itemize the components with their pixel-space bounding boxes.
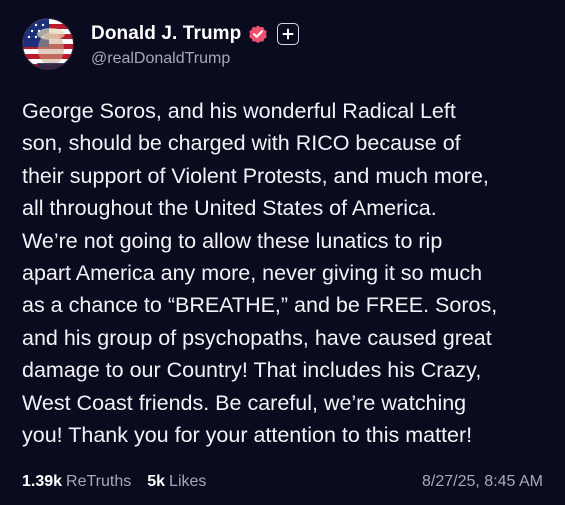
- post-body-line: damage to our Country! That includes his…: [22, 358, 482, 383]
- verified-badge-icon: [249, 25, 268, 44]
- post-body-line: as a chance to “BREATHE,” and be FREE. S…: [22, 293, 498, 318]
- post-body-line: George Soros, and his wonderful Radical …: [22, 99, 456, 123]
- retruths-label: ReTruths: [66, 473, 132, 490]
- post-body-line: apart America any more, never giving it …: [22, 261, 483, 286]
- follow-button[interactable]: [277, 23, 300, 45]
- post-timestamp[interactable]: 8/27/25, 8:45 AM: [422, 473, 543, 491]
- retruths-stat[interactable]: 1.39k ReTruths: [22, 473, 131, 491]
- post-body-line: their support of Violent Protests, and m…: [22, 163, 489, 188]
- post-body-line: and his group of psychopaths, have cause…: [22, 325, 492, 350]
- author-handle[interactable]: @realDonaldTrump: [91, 50, 299, 68]
- truth-post: Donald J. Trump @realDonaldTrump George …: [0, 0, 565, 505]
- post-body-line: you! Thank you for your attention to thi…: [22, 423, 473, 448]
- post-body-line: all throughout the United States of Amer…: [22, 196, 437, 221]
- display-name[interactable]: Donald J. Trump: [91, 23, 241, 45]
- retruths-count: 1.39k: [22, 473, 63, 490]
- avatar[interactable]: [22, 18, 74, 70]
- avatar-image: [23, 19, 73, 69]
- plus-icon: [282, 28, 294, 40]
- author-identity: Donald J. Trump @realDonaldTrump: [91, 20, 300, 68]
- post-body-line: We’re not going to allow these lunatics …: [22, 228, 443, 253]
- post-body-line: West Coast friends. Be careful, we’re wa…: [22, 390, 467, 415]
- likes-count: 5k: [147, 473, 166, 490]
- post-body: George Soros, and his wonderful Radical …: [22, 95, 552, 451]
- post-body-line: son, should be charged with RICO because…: [22, 131, 461, 156]
- post-footer: 1.39k ReTruths 5k Likes 8/27/25, 8:45 AM: [22, 470, 543, 494]
- name-row: Donald J. Trump: [91, 20, 300, 48]
- post-header: Donald J. Trump @realDonaldTrump: [22, 17, 300, 71]
- likes-stat[interactable]: 5k Likes: [147, 473, 206, 491]
- likes-label: Likes: [169, 473, 207, 490]
